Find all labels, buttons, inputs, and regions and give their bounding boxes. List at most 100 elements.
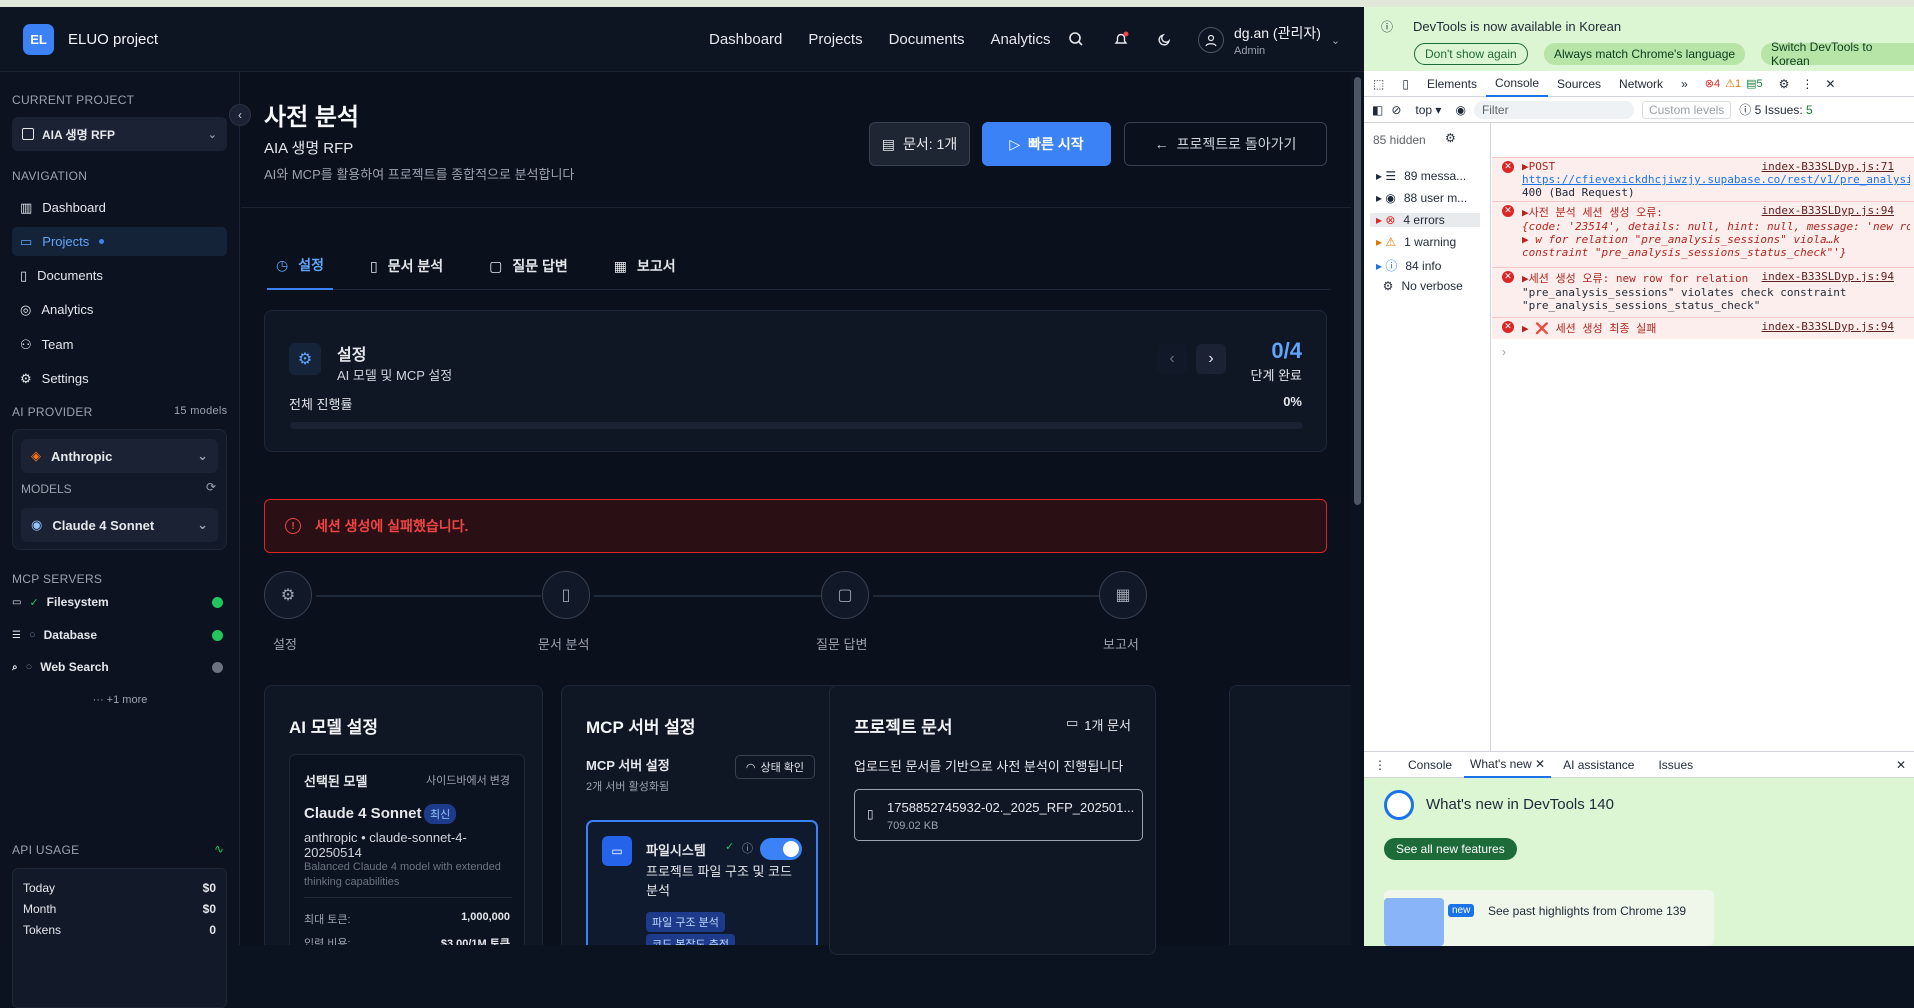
provider-select[interactable]: ◈ Anthropic ⌄ — [21, 439, 218, 473]
tab-network[interactable]: Network — [1610, 71, 1672, 97]
inspect-icon[interactable]: ⬚ — [1364, 71, 1393, 97]
doc-card-hidden — [1229, 685, 1351, 945]
app-title[interactable]: ELUO project — [68, 31, 158, 48]
building-icon — [22, 128, 34, 140]
log-entry[interactable]: ✕ ▶세션 생성 오류: new row for relation index-… — [1492, 267, 1914, 317]
sidebar-item-analytics[interactable]: ◎ Analytics — [12, 295, 227, 324]
step-report-chart-icon[interactable]: ▦ — [1099, 571, 1147, 619]
progress-label: 전체 진행률 — [289, 397, 353, 412]
match-language-button[interactable]: Always match Chrome's language — [1544, 43, 1746, 65]
message-icon: ▢ — [489, 257, 503, 274]
model-select[interactable]: ◉ Claude 4 Sonnet ⌄ — [21, 508, 218, 542]
status-dot — [212, 629, 223, 641]
console-prompt[interactable]: › — [1502, 345, 1506, 359]
mcp-web-search[interactable]: ⌕ ○ Web Search — [12, 654, 227, 680]
user-menu[interactable]: dg.an (관리자) Admin ⌄ — [1198, 23, 1340, 57]
sidebar-item-settings[interactable]: ⚙ Settings — [12, 364, 227, 393]
tab-qa[interactable]: ▢ 질문 답변 — [480, 242, 577, 290]
log-source[interactable]: index-B33SLDyp.js:71 — [1762, 160, 1894, 173]
highlights-card[interactable]: new See past highlights from Chrome 139 — [1384, 890, 1714, 946]
eye-icon[interactable]: ◉ — [1455, 103, 1465, 117]
nav-projects[interactable]: Projects — [808, 31, 862, 48]
tab-doc-analysis[interactable]: ▯ 문서 분석 — [361, 242, 452, 290]
error-count[interactable]: ⊗4 — [1705, 77, 1720, 90]
close-drawer-icon[interactable]: ✕ — [1896, 758, 1914, 772]
log-source[interactable]: index-B33SLDyp.js:94 — [1762, 320, 1894, 333]
filesystem-card[interactable]: ▭ 파일시스템 ✓ ⓘ 프로젝트 파일 구조 및 코드 분석 파일 구조 분석 … — [586, 820, 818, 945]
sidebar-item-documents[interactable]: ▯ Documents — [12, 261, 227, 290]
tab-report[interactable]: ▦ 보고서 — [605, 242, 685, 290]
issues-link[interactable]: ⓘ 5 Issues: 5 — [1739, 101, 1812, 118]
nav-documents[interactable]: Documents — [889, 31, 965, 48]
nav-dashboard[interactable]: Dashboard — [709, 31, 782, 48]
levels-select[interactable]: Custom levels — [1641, 100, 1732, 119]
sidebar-warnings[interactable]: ▸ ⚠ 1 warning — [1376, 235, 1456, 249]
sidebar-item-team[interactable]: ⚇ Team — [12, 330, 227, 359]
context-select[interactable]: top ▾ — [1409, 103, 1447, 117]
prev-step-button[interactable]: ‹ — [1157, 344, 1187, 374]
check-status-button[interactable]: ◠ 상태 확인 — [734, 755, 815, 779]
filesystem-toggle[interactable] — [760, 838, 802, 860]
cost-label: 입력 비용: — [304, 938, 351, 945]
device-icon[interactable]: ▯ — [1393, 71, 1418, 97]
sidebar-errors[interactable]: ▸ ⊗ 4 errors — [1370, 213, 1480, 227]
sidebar-item-projects[interactable]: ▭ Projects — [12, 227, 227, 256]
nav-analytics[interactable]: Analytics — [990, 31, 1050, 48]
log-entry[interactable]: ✕ ▶ ❌ 세션 생성 최종 실패 index-B33SLDyp.js:94 — [1492, 317, 1914, 339]
doc-count-button[interactable]: ▤ 문서: 1개 — [869, 122, 970, 166]
dont-show-button[interactable]: Don't show again — [1414, 43, 1528, 65]
scroll-thumb[interactable] — [1354, 77, 1361, 505]
refresh-icon[interactable]: ⟳ — [206, 480, 216, 494]
folder-icon: ▭ — [1065, 715, 1079, 730]
doc-file-item[interactable]: ▯ 1758852745932-02._2025_RFP_202501... 7… — [854, 789, 1143, 841]
log-entry[interactable]: ✕ ▶사전 분석 세션 생성 오류: index-B33SLDyp.js:94 … — [1492, 201, 1914, 267]
step-doc-file-icon[interactable]: ▯ — [542, 571, 590, 619]
sidebar-verbose[interactable]: ⚙ No verbose — [1376, 279, 1463, 293]
sidebar-item-dashboard[interactable]: ▥ Dashboard — [12, 193, 227, 222]
folder-icon: ▭ — [20, 233, 33, 249]
app-logo[interactable]: EL — [23, 24, 54, 55]
next-step-button[interactable]: › — [1196, 344, 1226, 374]
search-icon[interactable] — [1066, 29, 1086, 49]
warning-count[interactable]: ⚠1 — [1725, 77, 1741, 90]
devtools-panel: ⓘ DevTools is now available in Korean Do… — [1364, 7, 1914, 946]
more-servers[interactable]: ··· +1 more — [0, 694, 240, 706]
clock-icon: ◷ — [276, 256, 289, 273]
clear-console-icon[interactable]: ⊘ — [1391, 103, 1401, 117]
quick-start-button[interactable]: ▷ 빠른 시작 — [982, 122, 1111, 166]
main-scrollbar[interactable] — [1351, 72, 1364, 945]
sidebar-user-messages[interactable]: ▸ ◉ 88 user m... — [1376, 191, 1467, 205]
sidebar-messages[interactable]: ▸ ☰ 89 messa... — [1376, 169, 1466, 183]
close-icon[interactable]: ✕ — [1825, 77, 1835, 91]
tab-console[interactable]: Console — [1485, 71, 1549, 97]
project-select[interactable]: AIA 생명 RFP ⌄ — [12, 117, 227, 151]
tab-setup[interactable]: ◷ 설정 — [267, 242, 333, 290]
log-source[interactable]: index-B33SLDyp.js:94 — [1762, 270, 1894, 283]
drawer-tab-whats-new[interactable]: What's new ✕ — [1464, 752, 1552, 778]
log-entry[interactable]: ✕ ▶POST index-B33SLDyp.js:71 https://cfi… — [1492, 157, 1914, 201]
see-all-features-button[interactable]: See all new features — [1384, 838, 1517, 860]
drawer-tab-ai-assistance[interactable]: AI assistance — [1551, 758, 1646, 772]
step-setup-gear-icon[interactable]: ⚙ — [264, 571, 312, 619]
step-qa-message-icon[interactable]: ▢ — [821, 571, 869, 619]
drawer-tab-console[interactable]: Console — [1396, 758, 1464, 772]
filter-input[interactable]: Filter — [1473, 100, 1634, 119]
switch-korean-button[interactable]: Switch DevTools to Korean — [1761, 40, 1914, 68]
drawer-tab-issues[interactable]: Issues — [1646, 758, 1705, 772]
message-count[interactable]: ▤5 — [1746, 77, 1763, 90]
moon-icon[interactable] — [1155, 29, 1175, 49]
user-name: dg.an (관리자) — [1234, 25, 1321, 41]
tab-elements[interactable]: Elements — [1418, 71, 1486, 97]
mcp-database[interactable]: ☰ ○ Database — [12, 622, 227, 648]
kebab-menu-icon[interactable]: ⋮ — [1364, 758, 1396, 772]
sidebar-info[interactable]: ▸ ⓘ 84 info — [1376, 257, 1441, 274]
more-tabs-icon[interactable]: » — [1672, 71, 1697, 97]
settings-icon[interactable]: ⚙ — [1779, 77, 1790, 91]
tab-sources[interactable]: Sources — [1548, 71, 1610, 97]
bell-icon[interactable] — [1111, 29, 1131, 49]
log-source[interactable]: index-B33SLDyp.js:94 — [1762, 204, 1894, 217]
mcp-filesystem[interactable]: ▭ ✓ Filesystem — [12, 589, 227, 615]
kebab-menu-icon[interactable]: ⋮ — [1801, 77, 1813, 91]
sidebar-toggle-icon[interactable]: ◧ — [1372, 103, 1383, 117]
back-to-project-button[interactable]: ← 프로젝트로 돌아가기 — [1124, 122, 1327, 166]
